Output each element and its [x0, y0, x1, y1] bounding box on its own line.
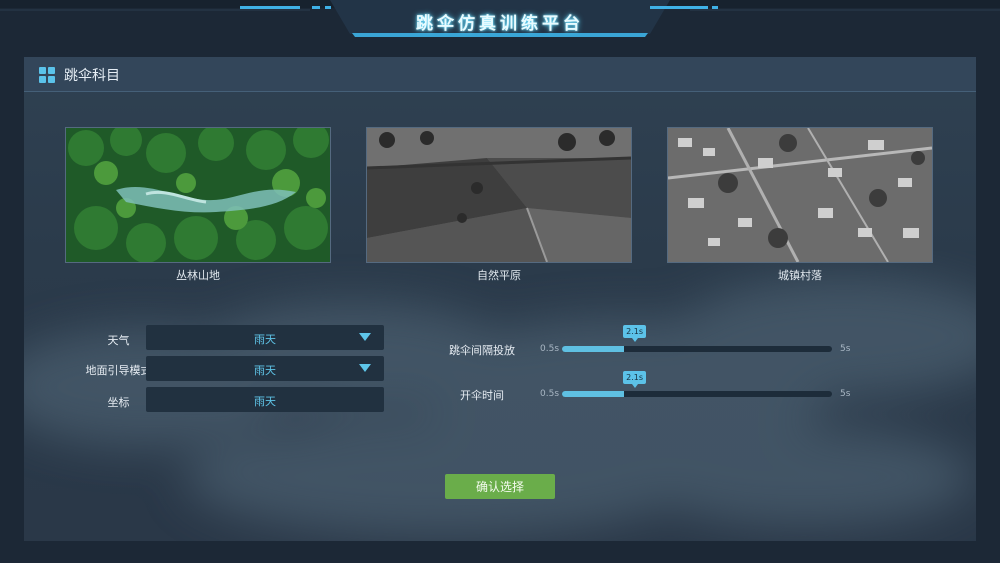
plains-aerial-image — [366, 127, 632, 263]
section-title: 跳伞科目 — [64, 68, 120, 84]
terrain-label-jungle: 丛林山地 — [176, 269, 220, 282]
panel-header: 跳伞科目 — [24, 57, 976, 92]
open-time-slider-fill — [562, 391, 625, 397]
town-aerial-image — [667, 127, 933, 263]
open-time-min: 0.5s — [540, 389, 560, 399]
interval-value-tooltip: 2.1s — [623, 325, 646, 342]
guide-mode-value: 雨天 — [254, 364, 276, 377]
confirm-button[interactable]: 确认选择 — [445, 474, 555, 499]
open-time-label: 开伞时间 — [460, 389, 504, 402]
open-time-value-tooltip: 2.1s — [623, 371, 646, 388]
dropdown-arrow-icon — [359, 364, 371, 372]
dropdown-arrow-icon — [359, 333, 371, 341]
interval-min: 0.5s — [540, 344, 560, 354]
guide-mode-select[interactable]: 雨天 — [146, 356, 384, 381]
subject-panel: 跳伞科目 丛林山地 自然平原 城镇村落 天气 雨天 地面引导模式 雨天 坐标 雨… — [24, 57, 976, 541]
terrain-label-plains: 自然平原 — [477, 269, 521, 282]
app-title: 跳伞仿真训练平台 — [416, 14, 584, 34]
title-bar: 跳伞仿真训练平台 — [0, 0, 1000, 44]
interval-slider-fill — [562, 346, 625, 352]
terrain-label-town: 城镇村落 — [778, 269, 822, 282]
terrain-card-plains[interactable]: 自然平原 — [366, 127, 632, 282]
terrain-card-town[interactable]: 城镇村落 — [667, 127, 933, 282]
interval-slider[interactable] — [562, 346, 832, 352]
weather-value: 雨天 — [254, 333, 276, 346]
terrain-card-jungle[interactable]: 丛林山地 — [65, 127, 331, 282]
coordinates-value: 雨天 — [254, 395, 276, 408]
open-time-slider[interactable] — [562, 391, 832, 397]
weather-select[interactable]: 雨天 — [146, 325, 384, 350]
open-time-max: 5s — [840, 389, 851, 399]
interval-label: 跳伞间隔投放 — [449, 344, 515, 357]
coordinates-field[interactable]: 雨天 — [146, 387, 384, 412]
grid-icon — [39, 67, 55, 83]
interval-max: 5s — [840, 344, 851, 354]
jungle-aerial-image — [65, 127, 331, 263]
